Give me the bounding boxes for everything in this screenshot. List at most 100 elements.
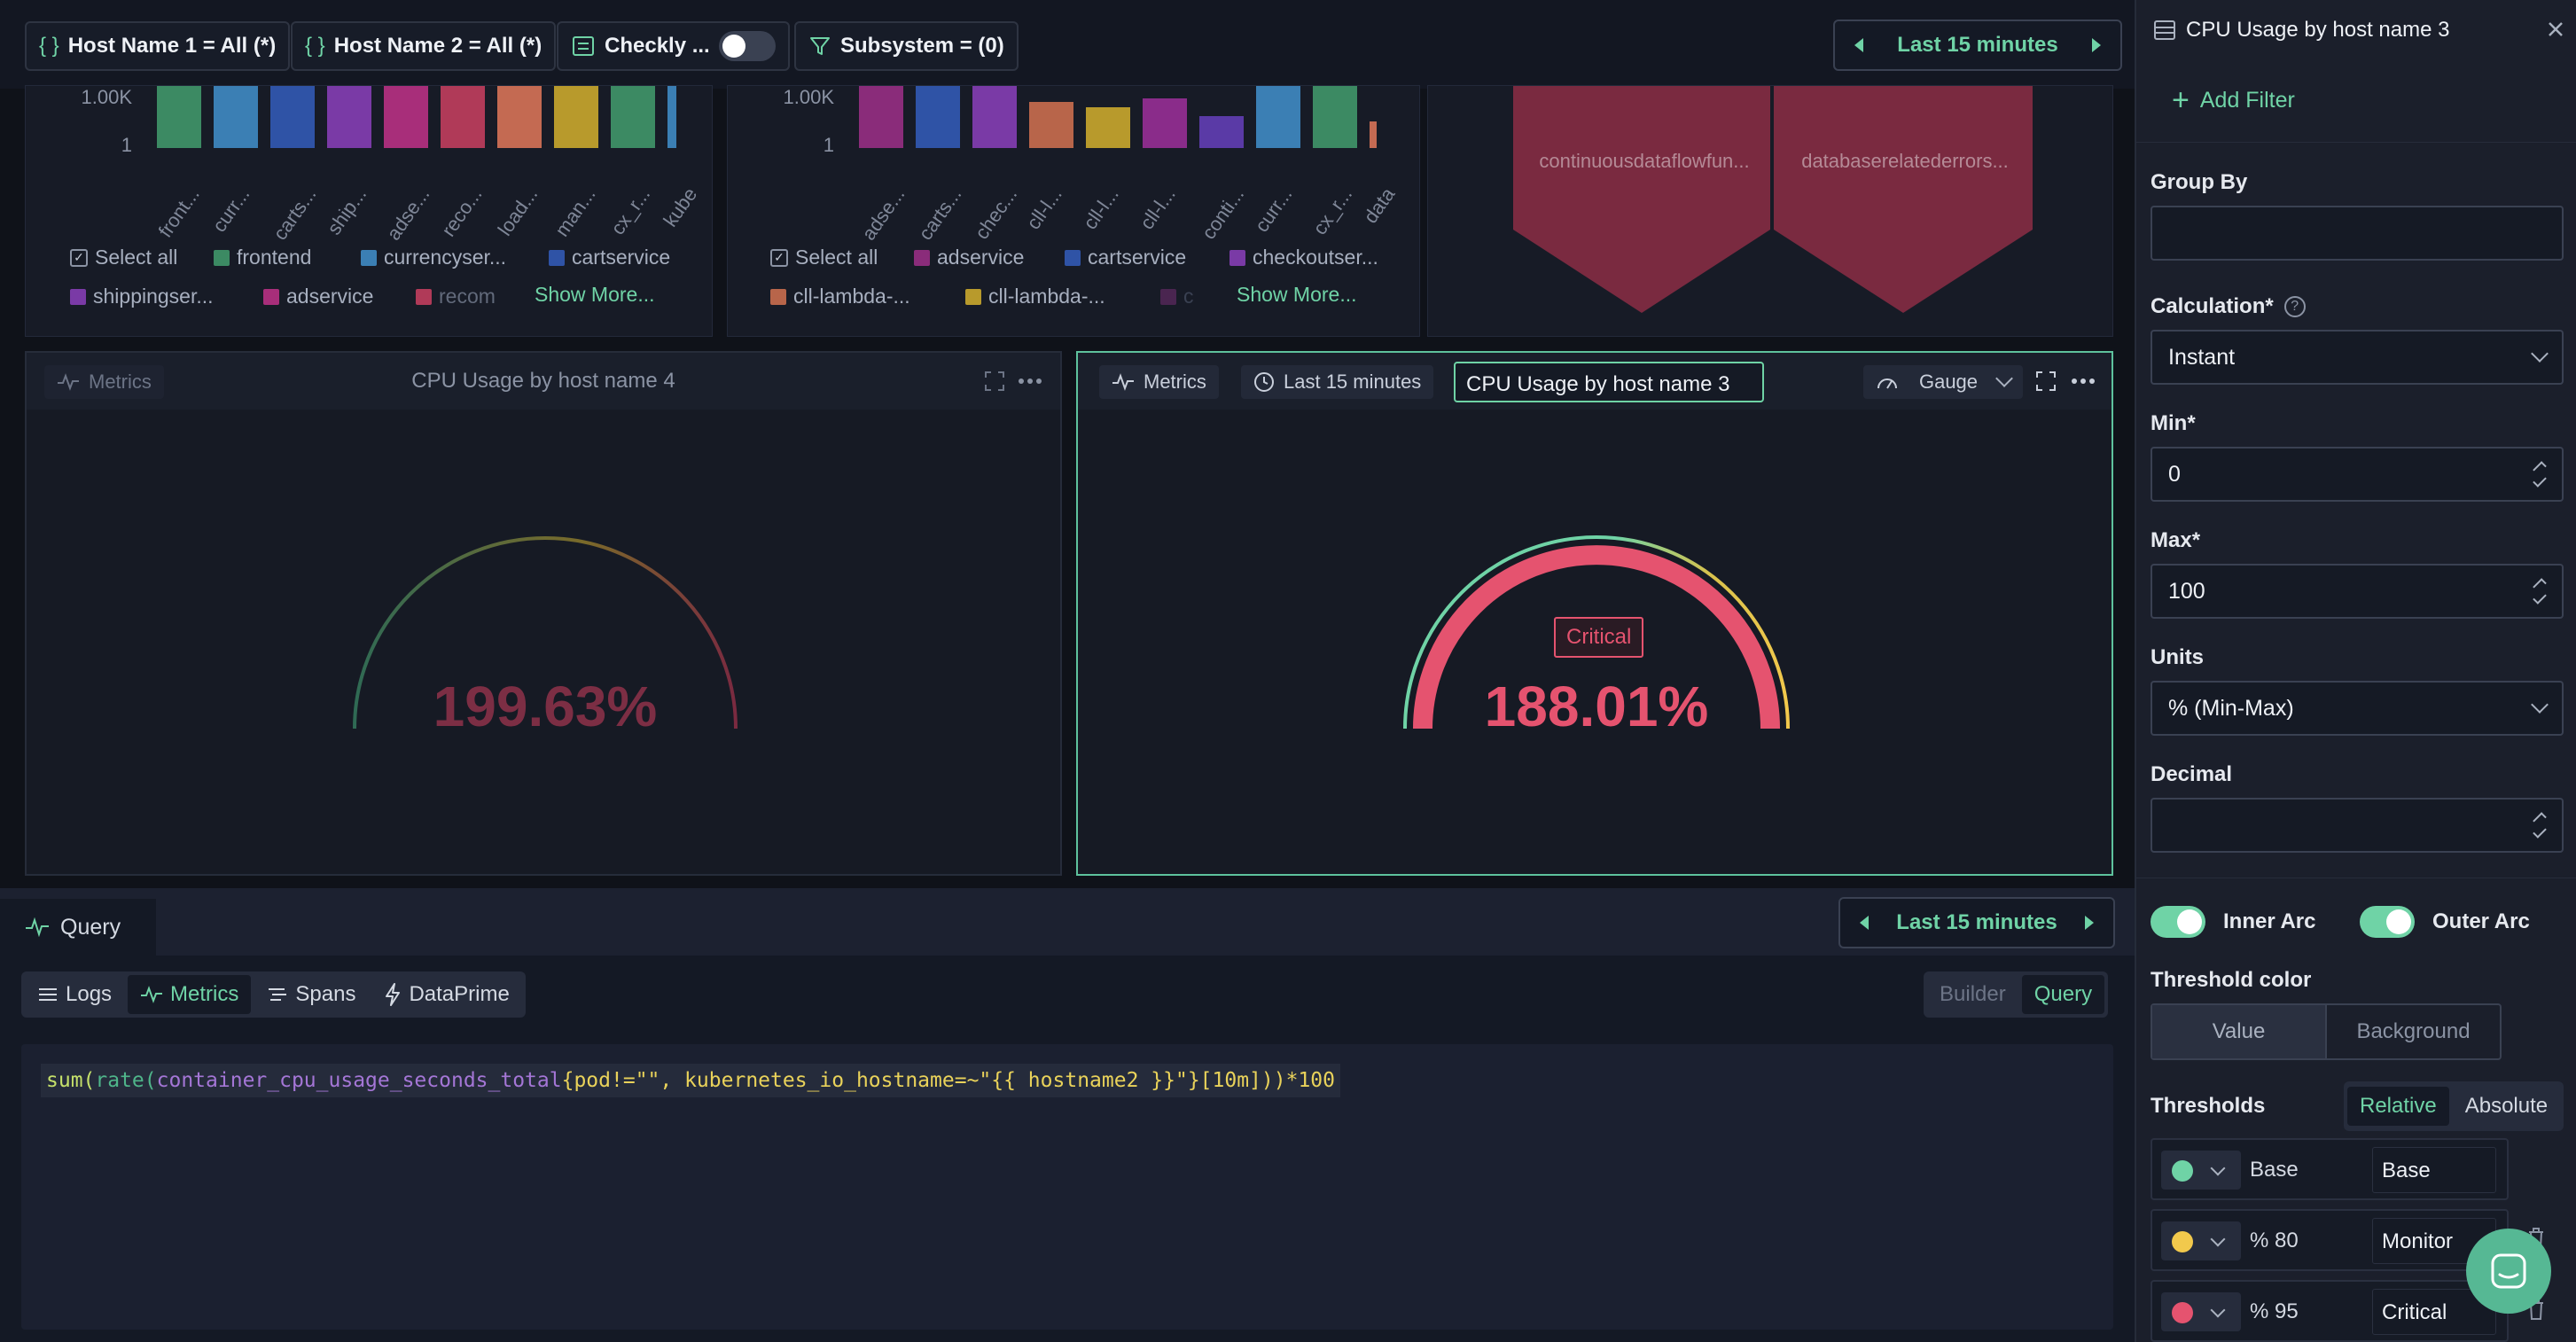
threshold-name-input[interactable]: Base: [2372, 1147, 2496, 1193]
bar: [1143, 98, 1187, 148]
expand-icon[interactable]: [2035, 371, 2057, 392]
show-more-link[interactable]: Show More...: [1237, 283, 1357, 307]
more-options-icon[interactable]: [2071, 378, 2096, 385]
visualization-type-select[interactable]: Gauge: [1863, 365, 2023, 399]
next-icon[interactable]: [2092, 38, 2101, 52]
metrics-source-button[interactable]: Metrics: [1099, 365, 1219, 399]
max-input[interactable]: 100: [2151, 564, 2564, 619]
legend-item[interactable]: checkoutser...: [1229, 246, 1378, 269]
relative-mode-button[interactable]: Relative: [2347, 1087, 2449, 1126]
host-name-1-filter[interactable]: { } Host Name 1 = All (*): [25, 21, 291, 71]
x-tick: chec...: [970, 183, 1022, 244]
checkly-filter[interactable]: Checkly ...: [557, 21, 790, 71]
calculation-select[interactable]: Instant: [2151, 330, 2564, 385]
min-input[interactable]: 0: [2151, 447, 2564, 502]
legend-item[interactable]: adservice: [914, 246, 1024, 269]
expand-icon[interactable]: [984, 371, 1005, 392]
legend-item[interactable]: adservice: [263, 285, 373, 308]
bar: [214, 86, 258, 148]
chat-icon: [2491, 1253, 2526, 1289]
tab-query-label: Query: [60, 914, 121, 940]
close-icon[interactable]: [2548, 21, 2564, 37]
bar: [441, 86, 485, 148]
legend-swatch: [214, 249, 230, 266]
threshold-value: Base: [2250, 1158, 2299, 1182]
stepper-icon[interactable]: [2533, 812, 2547, 839]
legend-item[interactable]: c: [1160, 285, 1194, 308]
time-range-picker[interactable]: Last 15 minutes: [1833, 20, 2122, 71]
host-name-2-filter[interactable]: { } Host Name 2 = All (*): [291, 21, 557, 71]
query-time-range-picker[interactable]: Last 15 minutes: [1838, 897, 2115, 948]
query-code[interactable]: sum(rate(container_cpu_usage_seconds_tot…: [41, 1064, 1340, 1097]
panel-title-input[interactable]: CPU Usage by host name 3: [1454, 362, 1764, 402]
source-spans-button[interactable]: Spans: [254, 975, 368, 1014]
builder-mode-button[interactable]: Builder: [1927, 975, 2018, 1014]
source-dataprime-button[interactable]: DataPrime: [371, 975, 521, 1014]
legend-swatch: [1160, 288, 1176, 305]
tab-query[interactable]: Query: [0, 899, 156, 956]
query-editor[interactable]: sum(rate(container_cpu_usage_seconds_tot…: [21, 1044, 2113, 1330]
source-metrics-button[interactable]: Metrics: [128, 975, 252, 1014]
legend-item[interactable]: cartservice: [549, 246, 670, 269]
legend-item[interactable]: recom: [416, 285, 496, 308]
stepper-icon[interactable]: [2533, 461, 2547, 488]
legend-swatch: [416, 288, 432, 305]
legend-swatch: [263, 288, 279, 305]
legend-item[interactable]: cartservice: [1065, 246, 1186, 269]
threshold-color-switcher: Value Background: [2151, 1003, 2502, 1060]
threshold-color-picker[interactable]: [2161, 1151, 2241, 1190]
legend-item[interactable]: shippingser...: [70, 285, 214, 308]
show-more-link[interactable]: Show More...: [535, 283, 655, 307]
list-icon: [39, 988, 57, 1001]
threshold-color-picker[interactable]: [2161, 1292, 2241, 1331]
gauge-panel-host-4[interactable]: Metrics CPU Usage by host name 4 199.63%: [25, 351, 1062, 876]
more-options-icon[interactable]: [1018, 378, 1042, 385]
threshold-color-background-button[interactable]: Background: [2325, 1005, 2500, 1058]
bar: [1086, 107, 1130, 148]
legend-item[interactable]: currencyser...: [361, 246, 506, 269]
gauge-panel-host-3[interactable]: Metrics Last 15 minutes CPU Usage by hos…: [1076, 351, 2113, 876]
pulse-icon: [1112, 373, 1134, 391]
previous-icon[interactable]: [1854, 38, 1863, 52]
outer-arc-toggle[interactable]: [2360, 906, 2415, 938]
threshold-color-value-button[interactable]: Value: [2152, 1005, 2325, 1058]
legend-label: recom: [439, 285, 496, 308]
help-icon[interactable]: ?: [2283, 296, 2306, 317]
clock-icon: [1254, 372, 1274, 392]
units-value: % (Min-Max): [2168, 695, 2294, 721]
legend-select-all[interactable]: ✓ Select all: [770, 246, 878, 269]
subsystem-filter[interactable]: Subsystem = (0): [794, 21, 1019, 71]
inner-arc-toggle[interactable]: [2151, 906, 2205, 938]
source-logs-button[interactable]: Logs: [25, 975, 124, 1014]
absolute-mode-button[interactable]: Absolute: [2453, 1087, 2560, 1126]
y-tick: 1.00K: [783, 86, 835, 108]
group-by-input[interactable]: [2151, 206, 2564, 261]
variable-icon: { }: [305, 34, 325, 58]
next-icon[interactable]: [2085, 916, 2094, 930]
stepper-icon[interactable]: [2533, 578, 2547, 605]
threshold-value[interactable]: % 95: [2250, 1299, 2299, 1324]
legend-item[interactable]: cll-lambda-...: [770, 285, 910, 308]
previous-icon[interactable]: [1860, 916, 1869, 930]
chat-support-button[interactable]: [2466, 1229, 2551, 1314]
units-select[interactable]: % (Min-Max): [2151, 681, 2564, 736]
panel-time-range-button[interactable]: Last 15 minutes: [1241, 365, 1434, 399]
query-mode-button[interactable]: Query: [2021, 975, 2105, 1014]
add-filter-button[interactable]: + Add Filter: [2172, 85, 2295, 115]
threshold-value[interactable]: % 80: [2250, 1229, 2299, 1253]
x-tick: carts...: [914, 183, 966, 245]
legend-item[interactable]: cll-lambda-...: [965, 285, 1105, 308]
bar: [972, 86, 1017, 148]
query-time-label: Last 15 minutes: [1896, 910, 2057, 934]
threshold-color-picker[interactable]: [2161, 1221, 2241, 1260]
legend-label: Select all: [95, 246, 178, 269]
legend-select-all[interactable]: ✓ Select all: [70, 246, 177, 269]
decimal-input[interactable]: [2151, 798, 2564, 853]
source-label: Spans: [295, 982, 356, 1006]
legend-item[interactable]: frontend: [214, 246, 311, 269]
y-tick: 1: [121, 134, 132, 156]
checkbox-icon: ✓: [770, 248, 788, 267]
gauge-icon: [1877, 378, 1897, 389]
checkly-toggle[interactable]: [718, 31, 776, 61]
add-filter-label: Add Filter: [2199, 87, 2295, 113]
